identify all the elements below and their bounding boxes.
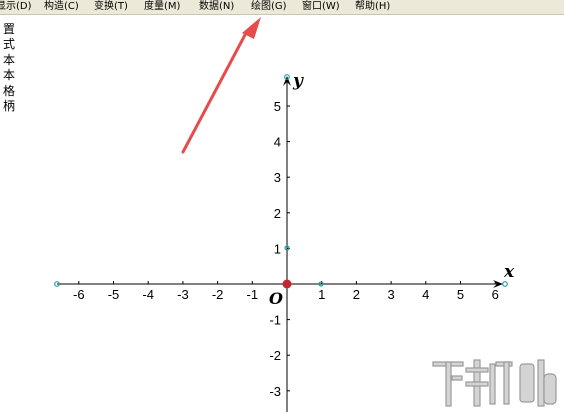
x-axis-label: x: [503, 262, 515, 282]
watermark-logo: [432, 359, 557, 407]
y-tick-label: 2: [274, 206, 281, 221]
x-tick-label: -4: [142, 287, 154, 302]
origin-point[interactable]: [282, 279, 292, 289]
x-tick-label: -1: [247, 287, 259, 302]
y-tick-label: 1: [274, 241, 281, 256]
x-tick-label: 1: [318, 287, 325, 302]
x-tick-label: 6: [492, 287, 499, 302]
x-tick-label: -5: [108, 287, 120, 302]
x-axis-right-endpoint[interactable]: [502, 281, 508, 287]
y-tick-label: -1: [269, 313, 281, 328]
y-axis-label: y: [292, 71, 304, 91]
y-tick-label: 3: [274, 170, 281, 185]
x-tick-label: 3: [387, 287, 394, 302]
x-tick-label: 4: [422, 287, 429, 302]
y-tick-label: -3: [269, 384, 281, 399]
x-tick-label: -2: [212, 287, 224, 302]
x-tick-label: 5: [457, 287, 464, 302]
origin-label: O: [269, 289, 283, 308]
x-tick-label: -3: [177, 287, 189, 302]
x-tick-label: -6: [73, 287, 85, 302]
annotation-arrow: [181, 17, 261, 154]
y-tick-label: 4: [274, 135, 281, 150]
y-tick-label: -2: [269, 348, 281, 363]
y-tick-label: 5: [274, 99, 281, 114]
graph-canvas[interactable]: -6 -5 -4 -3 -2 -1 1 2 3 4 5 6 5 4 3 2 1 -1 -2 -3 x y O: [0, 0, 564, 414]
x-tick-label: 2: [353, 287, 360, 302]
